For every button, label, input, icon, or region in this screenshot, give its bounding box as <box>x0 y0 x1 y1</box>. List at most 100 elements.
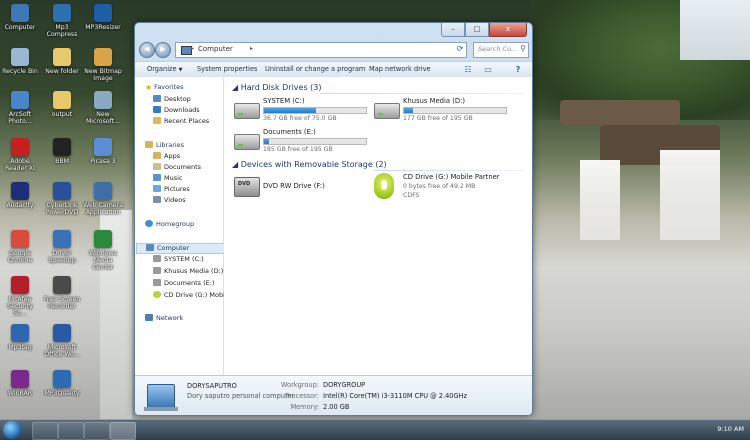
app-icon <box>53 370 71 388</box>
help-icon[interactable]: ? <box>510 64 526 75</box>
desktop-icon-google-chrome[interactable]: Google Chrome <box>0 230 40 264</box>
app-icon <box>53 230 71 248</box>
desktop-icon-output[interactable]: output <box>42 91 82 118</box>
desktop-icon-label: McAfee Security Sc... <box>7 296 33 317</box>
close-button[interactable]: x <box>489 23 527 37</box>
nav-documents[interactable]: Documents <box>153 163 201 171</box>
organize-button[interactable]: Organize ▼ <box>147 65 183 73</box>
app-icon <box>11 370 29 388</box>
desktop-icon-new-folder[interactable]: New folder <box>42 48 82 75</box>
desktop-icon-adobe-reader-xi[interactable]: Adobe Reader XI <box>0 138 40 172</box>
refresh-icon[interactable]: ⟳ <box>453 42 467 56</box>
removable-group-header[interactable]: ◢ Devices with Removable Storage (2) <box>232 160 387 169</box>
drive-cd-mobile-partner-g[interactable]: CD Drive (G:) Mobile Partner 0 bytes fre… <box>372 173 512 207</box>
nav-documents-e[interactable]: Documents (E:) <box>153 279 215 287</box>
wallpaper-waterfall <box>660 150 720 240</box>
nav-khusus-d[interactable]: Khusus Media (D:) <box>153 267 223 275</box>
hard-drive-icon <box>234 134 260 150</box>
nav-system-c[interactable]: SYSTEM (C:) <box>153 255 204 263</box>
app-icon <box>11 4 29 22</box>
app-icon <box>11 138 29 156</box>
desktop-icon-computer[interactable]: Computer <box>0 4 40 31</box>
desktop-icon-microsoft-office-wo[interactable]: Microsoft Office Wo... <box>42 324 82 358</box>
drive-file-system: CDFS <box>403 192 420 199</box>
desktop-icon-mp3tag[interactable]: Mp3tag <box>0 324 40 351</box>
search-icon[interactable]: ⚲ <box>520 44 526 53</box>
app-icon <box>11 182 29 200</box>
nav-pictures[interactable]: Pictures <box>153 185 190 193</box>
address-path[interactable]: Computer <box>198 45 233 53</box>
map-network-drive-button[interactable]: Map network drive <box>369 65 431 73</box>
drive-documents-e[interactable]: Documents (E:) 185 GB free of 195 GB <box>232 128 372 158</box>
nav-videos[interactable]: Videos <box>153 196 186 204</box>
drive-usage-bar <box>263 107 367 114</box>
desktop-icon-mp3-compress[interactable]: Mp3 Compress <box>42 4 82 38</box>
desktop-icon-label: CyberLink PowerDVD <box>45 202 79 216</box>
drive-khusus-media-d[interactable]: Khusus Media (D:) 177 GB free of 195 GB <box>372 97 512 127</box>
address-bar[interactable]: ▸ Computer ▸ <box>175 42 467 58</box>
taskbar-chrome-button[interactable] <box>32 422 58 440</box>
nav-computer[interactable]: Computer <box>136 243 231 254</box>
desktop-icon-arcsoft-photo[interactable]: ArcSoft Photo... <box>0 91 40 125</box>
nav-libraries[interactable]: Libraries <box>145 141 184 149</box>
desktop-icon-new-microsoft[interactable]: New Microsoft... <box>83 91 123 125</box>
desktop-icon-mp3resizer[interactable]: MP3Resizer <box>83 4 123 31</box>
nav-apps[interactable]: Apps <box>153 152 180 160</box>
desktop-icon-label: Adobe Reader XI <box>5 158 35 172</box>
nav-downloads[interactable]: Downloads <box>153 106 200 114</box>
desktop-icon-mp3quality[interactable]: MP3Quality <box>42 370 82 397</box>
desktop-icon-free-screen-recorder[interactable]: Free Screen Recorder <box>42 276 82 310</box>
taskbar-explorer-button[interactable] <box>110 422 136 440</box>
drive-name: Documents (E:) <box>263 128 316 136</box>
desktop-icon-audacity[interactable]: Audacity <box>0 182 40 209</box>
system-properties-button[interactable]: System properties <box>197 65 257 73</box>
hard-drive-icon <box>374 103 400 119</box>
preview-pane-icon[interactable]: ▭ <box>480 64 496 75</box>
desktop-icon-web-camera-application[interactable]: Web Camera Application <box>83 182 123 216</box>
nav-cd-drive-g[interactable]: CD Drive (G:) Mobile <box>153 291 231 299</box>
chevron-right-icon[interactable]: ▸ <box>250 45 253 52</box>
drive-dvd-rw-f[interactable]: DVD DVD RW Drive (F:) <box>232 175 372 205</box>
uninstall-program-button[interactable]: Uninstall or change a program <box>265 65 365 73</box>
desktop-icon-driver-speedup[interactable]: Driver Speedup <box>42 230 82 264</box>
desktop-icon-recycle-bin[interactable]: Recycle Bin <box>0 48 40 75</box>
back-button[interactable]: ◀ <box>139 42 155 58</box>
nav-network[interactable]: Network <box>145 314 183 322</box>
memory-value: 2.00 GB <box>323 403 350 411</box>
hdd-group-title: Hard Disk Drives (3) <box>240 83 322 92</box>
forward-button[interactable]: ▶ <box>155 42 171 58</box>
search-placeholder[interactable]: Search Co... <box>478 45 517 53</box>
nav-favorites[interactable]: ★ Favorites <box>145 83 184 92</box>
app-icon <box>53 276 71 294</box>
tray-clock[interactable]: 9:10 AM <box>717 425 744 433</box>
desktop-icon-label: Google Chrome <box>7 250 33 264</box>
chevron-right-icon[interactable]: ▸ <box>191 45 194 52</box>
desktop-icon-winrar[interactable]: WinRAR <box>0 370 40 397</box>
desktop-icon-cyberlink-powerdvd[interactable]: CyberLink PowerDVD <box>42 182 82 216</box>
desktop-icon-picasa-3[interactable]: Picasa 3 <box>83 138 123 165</box>
minimize-button[interactable]: – <box>441 23 465 37</box>
start-button[interactable] <box>3 421 21 439</box>
taskbar-media-button[interactable] <box>84 422 110 440</box>
nav-music[interactable]: Music <box>153 174 183 182</box>
desktop-icon-new-bitmap-image[interactable]: New Bitmap Image <box>83 48 123 82</box>
maximize-button[interactable]: □ <box>465 23 489 37</box>
nav-recent-places[interactable]: Recent Places <box>153 117 209 125</box>
processor-value: Intel(R) Core(TM) i3-3110M CPU @ 2.40GHz <box>323 392 468 400</box>
nav-cd-drive-g-label: CD Drive (G:) Mobile <box>164 291 231 299</box>
view-options-icon[interactable]: ☷ <box>460 64 476 75</box>
cd-drive-icon <box>153 291 161 298</box>
taskbar: 9:10 AM <box>0 419 750 440</box>
drive-name: SYSTEM (C:) <box>263 97 305 105</box>
desktop-icon-mcafee-security-sc[interactable]: McAfee Security Sc... <box>0 276 40 317</box>
app-icon <box>53 91 71 109</box>
desktop-icon-bbm[interactable]: BBM <box>42 138 82 165</box>
taskbar-folder-button[interactable] <box>58 422 84 440</box>
desktop-icon-windows-media-center[interactable]: Windows Media Center <box>83 230 123 271</box>
hdd-group-header[interactable]: ◢ Hard Disk Drives (3) <box>232 83 322 92</box>
nav-desktop[interactable]: Desktop <box>153 95 191 103</box>
nav-homegroup[interactable]: Homegroup <box>145 220 194 228</box>
music-icon <box>153 174 161 181</box>
drive-system-c[interactable]: SYSTEM (C:) 36.7 GB free of 75.0 GB <box>232 97 372 127</box>
search-box[interactable]: Search Co... ⚲ <box>473 42 529 58</box>
